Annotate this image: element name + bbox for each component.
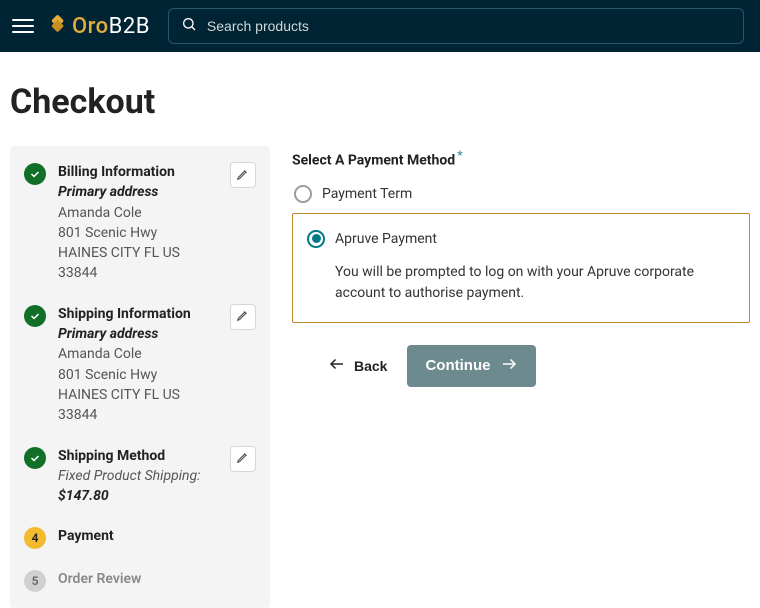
logo-icon [44, 15, 66, 37]
address-line: 801 Scenic Hwy [58, 365, 218, 385]
apruve-hint: You will be prompted to log on with your… [307, 262, 735, 304]
step-title: Shipping Information [58, 304, 218, 324]
edit-billing-button[interactable] [230, 162, 256, 188]
back-label: Back [354, 358, 387, 374]
back-button[interactable]: Back [328, 355, 387, 376]
arrow-left-icon [328, 355, 346, 376]
shipping-price: $147.80 [58, 486, 218, 506]
radio-checked-icon [307, 230, 325, 248]
payment-option-term[interactable]: Payment Term [294, 181, 750, 207]
continue-button[interactable]: Continue [407, 345, 536, 387]
step-order-review: 5 Order Review [24, 569, 256, 592]
section-label-text: Select A Payment Method [292, 153, 455, 169]
logo-text-b2b: B2B [109, 14, 150, 39]
edit-shipping-info-button[interactable] [230, 304, 256, 330]
check-icon [24, 305, 46, 327]
pencil-icon [236, 166, 250, 185]
app-header: OroB2B [0, 0, 760, 52]
page-title: Checkout [10, 82, 750, 122]
step-payment: 4 Payment [24, 526, 256, 549]
step-billing: Billing Information Primary address Aman… [24, 162, 256, 284]
brand-logo[interactable]: OroB2B [44, 14, 150, 39]
payment-option-label: Payment Term [322, 186, 412, 202]
step-title: Shipping Method [58, 446, 218, 466]
step-shipping-method: Shipping Method Fixed Product Shipping: … [24, 446, 256, 507]
step-title: Payment [58, 526, 256, 546]
menu-toggle[interactable] [12, 15, 34, 37]
step-number-pending: 5 [24, 570, 46, 592]
step-subtitle: Primary address [58, 182, 218, 202]
action-row: Back Continue [328, 345, 750, 387]
section-label: Select A Payment Method* [292, 148, 750, 169]
step-title: Order Review [58, 569, 256, 589]
payment-option-apruve[interactable]: Apruve Payment [307, 226, 735, 252]
required-asterisk: * [457, 148, 462, 162]
payment-option-label: Apruve Payment [335, 231, 437, 247]
logo-text-oro: Oro [72, 14, 109, 39]
address-line: 801 Scenic Hwy [58, 223, 218, 243]
pencil-icon [236, 449, 250, 468]
pencil-icon [236, 307, 250, 326]
address-line: HAINES CITY FL US 33844 [58, 385, 218, 426]
payment-option-apruve-box: Apruve Payment You will be prompted to l… [292, 213, 750, 323]
arrow-right-icon [500, 355, 518, 377]
edit-shipping-method-button[interactable] [230, 446, 256, 472]
search-wrap [168, 8, 744, 44]
step-subtitle: Primary address [58, 324, 218, 344]
step-shipping-info: Shipping Information Primary address Ama… [24, 304, 256, 426]
search-input[interactable] [207, 18, 731, 34]
continue-label: Continue [425, 357, 490, 374]
address-line: HAINES CITY FL US 33844 [58, 243, 218, 284]
search-icon [181, 16, 197, 36]
address-line: Amanda Cole [58, 344, 218, 364]
search-field[interactable] [168, 8, 744, 44]
radio-unchecked-icon [294, 185, 312, 203]
check-icon [24, 163, 46, 185]
payment-method-panel: Select A Payment Method* Payment Term Ap… [292, 146, 750, 387]
step-subtitle: Fixed Product Shipping: [58, 466, 218, 486]
step-title: Billing Information [58, 162, 218, 182]
step-number-current: 4 [24, 527, 46, 549]
checkout-steps-sidebar: Billing Information Primary address Aman… [10, 146, 270, 608]
address-line: Amanda Cole [58, 203, 218, 223]
check-icon [24, 447, 46, 469]
